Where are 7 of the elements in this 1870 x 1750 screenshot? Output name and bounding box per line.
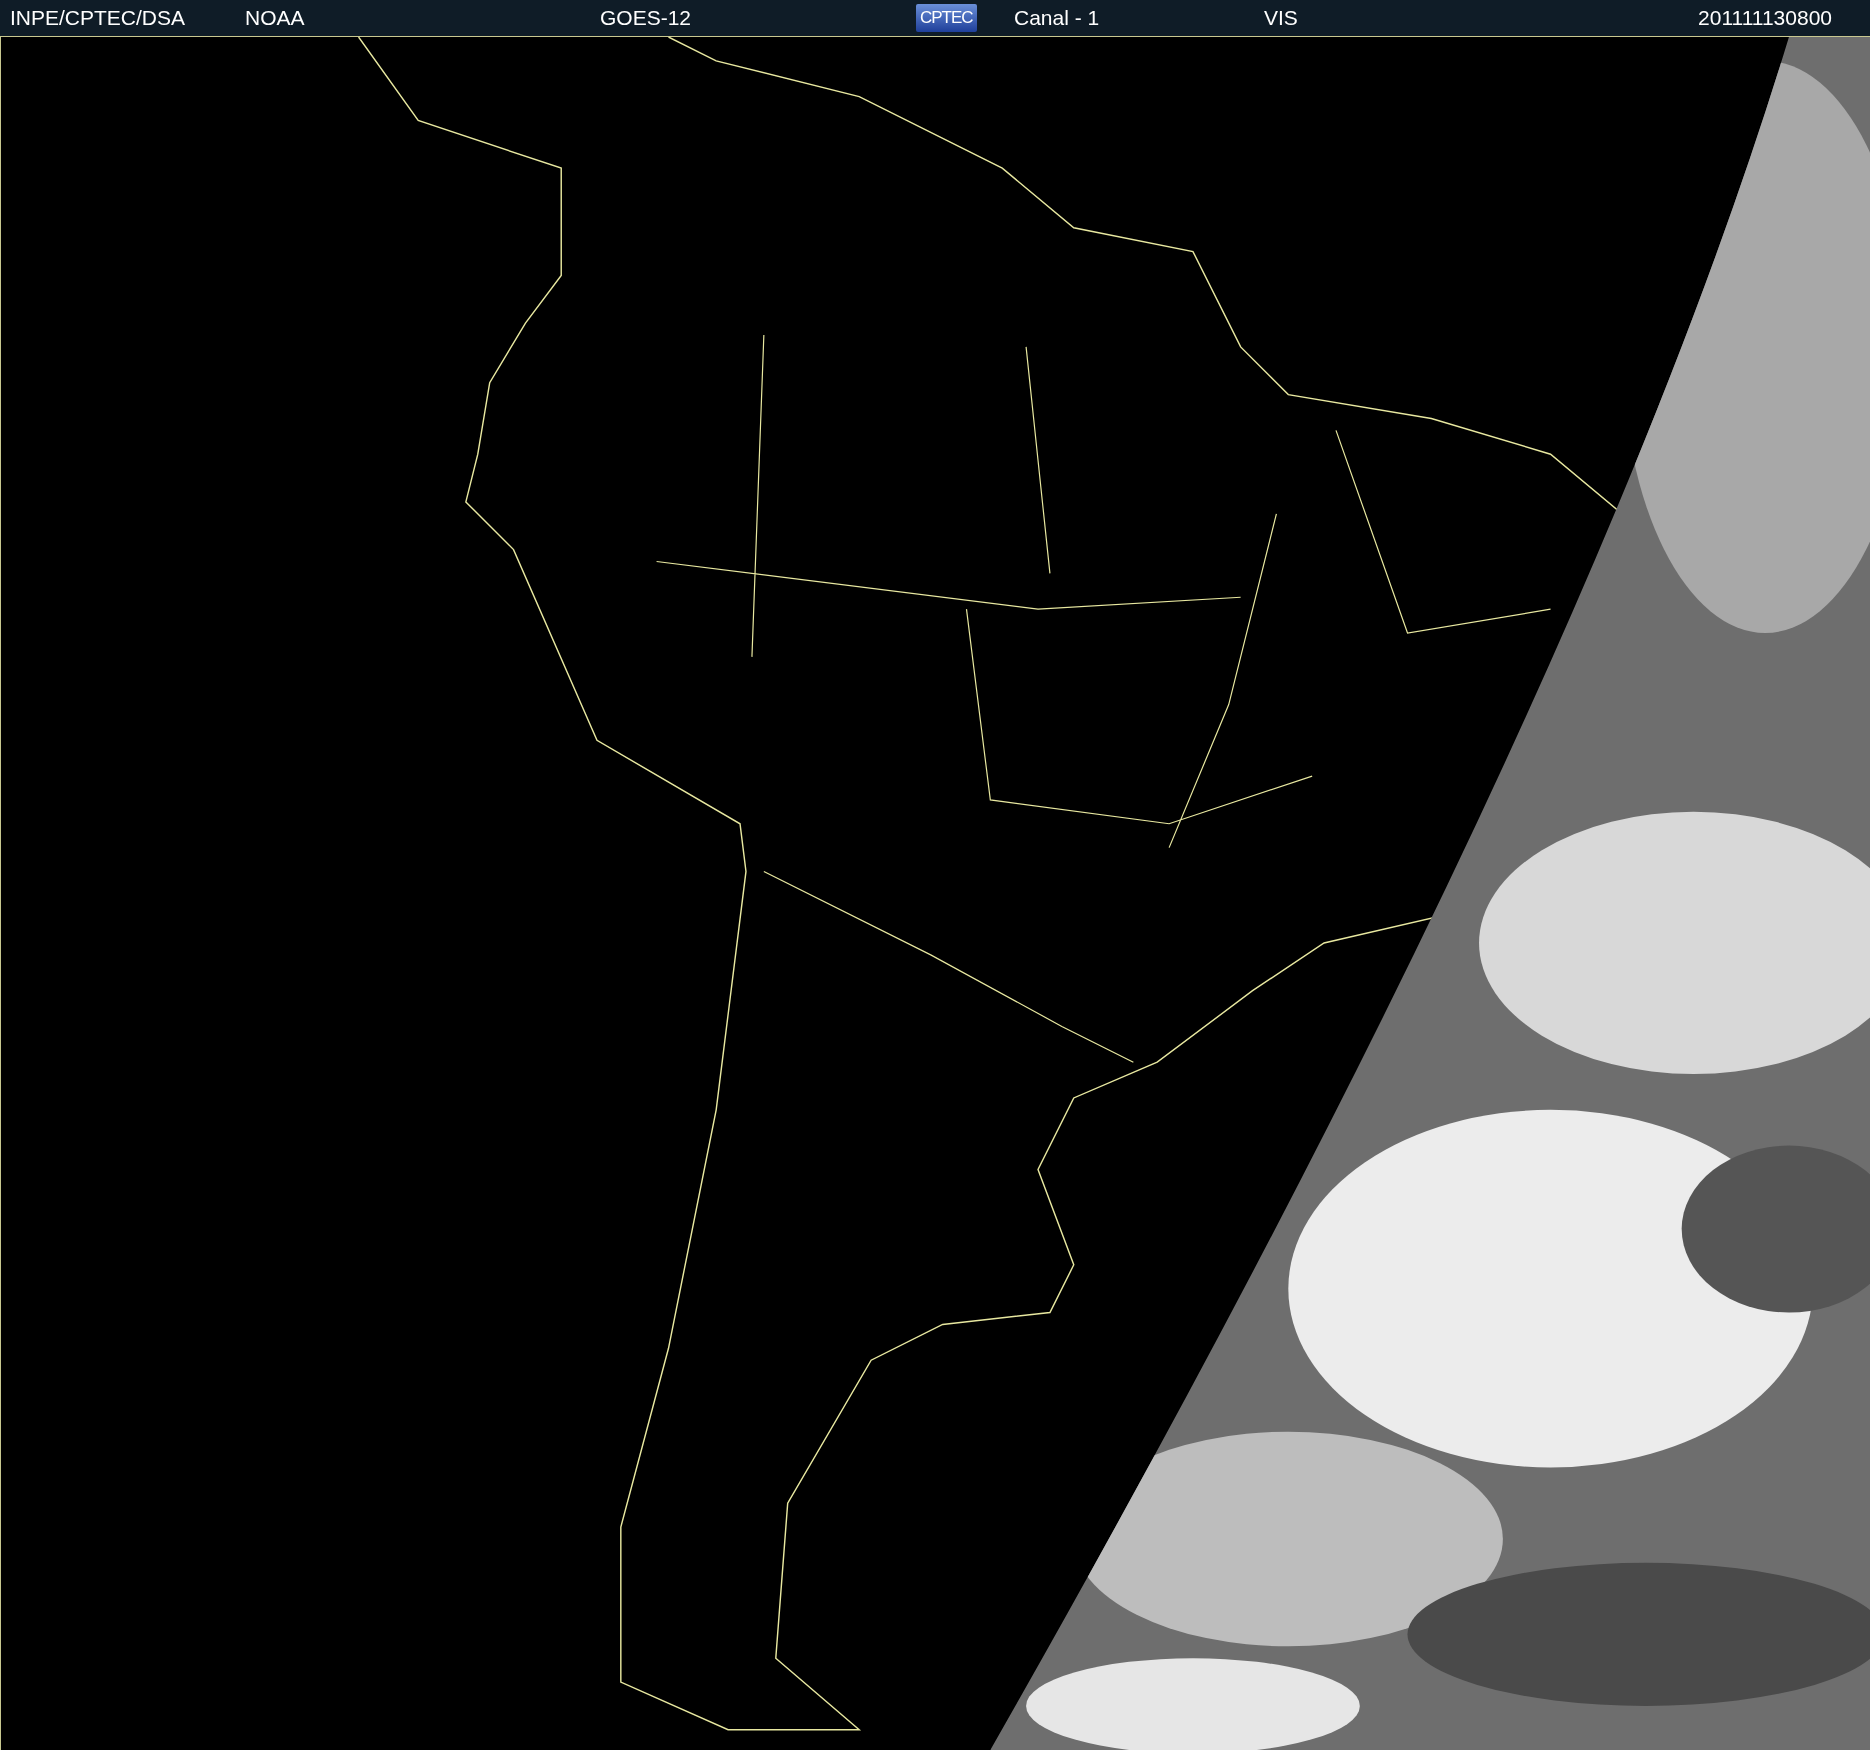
agency-label: NOAA [245,6,305,30]
satellite-label: GOES-12 [600,6,692,30]
source-label: INPE/CPTEC/DSA [10,6,186,30]
band-label: VIS [1264,6,1298,30]
channel-label: Canal - 1 [1014,6,1100,30]
logo: CPTEC [916,4,977,32]
timestamp-label: 201111130800 [1698,6,1832,30]
